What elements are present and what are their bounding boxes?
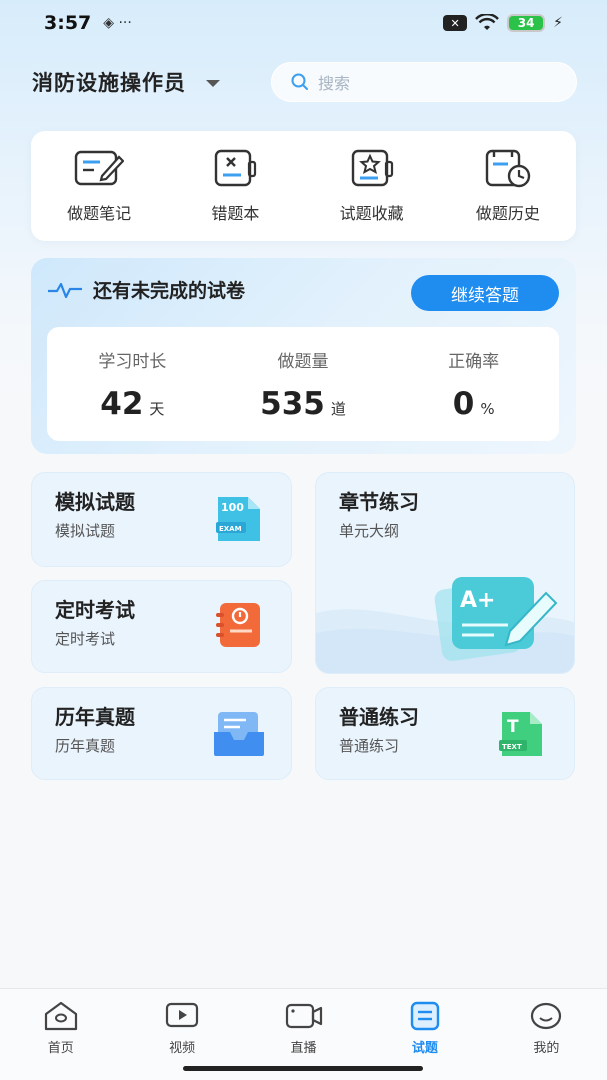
history-clock-icon — [485, 149, 531, 188]
star-collect-icon — [351, 149, 393, 187]
unfinished-paper-card: 还有未完成的试卷 继续答题 学习时长 42 天 做题量 535 道 正确率 0 … — [31, 258, 576, 454]
tile-title: 历年真题 — [55, 705, 135, 729]
stat-value: 42 — [100, 386, 144, 422]
exam-paper-icon: 100 EXAM — [216, 497, 260, 541]
quick-link-label: 错题本 — [211, 204, 260, 223]
timer-notebook-icon — [216, 603, 260, 647]
text-file-icon: T TEXT — [499, 712, 542, 756]
tab-label: 直播 — [290, 1041, 317, 1056]
quick-link-wrong-book[interactable]: 错题本 — [180, 148, 290, 224]
tab-label: 我的 — [533, 1041, 560, 1056]
tile-chapter-practice[interactable]: 章节练习 单元大纲 A+ — [315, 472, 575, 674]
sim-icon: ✕ — [443, 15, 468, 31]
charging-icon: ⚡ — [553, 15, 563, 31]
battery-icon: 34 — [507, 14, 546, 32]
svg-text:A+: A+ — [460, 588, 495, 613]
quick-link-label: 试题收藏 — [339, 204, 404, 223]
stat-unit: 天 — [149, 400, 165, 418]
tile-title: 定时考试 — [55, 598, 135, 622]
stat-value-row: 42 天 — [100, 386, 164, 422]
course-title: 消防设施操作员 — [32, 71, 186, 95]
tile-subtitle: 定时考试 — [55, 630, 116, 648]
svg-text:EXAM: EXAM — [219, 525, 242, 533]
wifi-icon — [475, 14, 500, 30]
tile-mock-exam[interactable]: 模拟试题 模拟试题 100 EXAM — [31, 472, 292, 567]
tile-title: 章节练习 — [339, 490, 419, 514]
stat-value-row: 535 道 — [260, 386, 346, 422]
stat-value: 0 — [452, 386, 475, 422]
tile-subtitle: 普通练习 — [339, 737, 400, 755]
note-edit-icon — [74, 150, 125, 186]
pulse-icon — [48, 282, 82, 298]
stat-unit: 道 — [330, 400, 346, 418]
tile-past-papers[interactable]: 历年真题 历年真题 — [31, 687, 292, 780]
quick-link-label: 做题笔记 — [67, 204, 132, 223]
svg-text:T: T — [507, 717, 519, 737]
inbox-tray-icon — [214, 712, 264, 756]
search-placeholder: 搜索 — [318, 74, 351, 93]
search-icon — [291, 73, 308, 90]
course-selector[interactable]: 消防设施操作员 — [32, 67, 220, 97]
quick-link-history[interactable]: 做题历史 — [453, 148, 563, 224]
svg-text:TEXT: TEXT — [502, 743, 522, 751]
home-icon — [44, 1001, 77, 1031]
tab-label: 视频 — [169, 1041, 196, 1056]
quick-links-card: 做题笔记 错题本 试题收藏 做题历史 — [31, 131, 576, 241]
tab-profile[interactable]: 我的 — [486, 989, 607, 1080]
stat-unit: % — [480, 400, 495, 418]
live-camera-icon — [285, 1003, 322, 1029]
tab-label: 试题 — [411, 1041, 438, 1056]
grade-a-plus-icon: A+ — [434, 577, 558, 661]
search-input[interactable]: 搜索 — [271, 62, 577, 102]
wrong-book-icon — [215, 149, 257, 187]
status-notification-icons: ◈ ··· — [103, 15, 132, 31]
svg-text:100: 100 — [221, 501, 244, 514]
home-indicator — [183, 1066, 423, 1071]
quick-link-favorites[interactable]: 试题收藏 — [317, 148, 427, 224]
tab-home[interactable]: 首页 — [0, 989, 121, 1080]
stat-value-row: 0 % — [453, 386, 495, 422]
unfinished-paper-title: 还有未完成的试卷 — [93, 280, 246, 302]
tab-label: 首页 — [47, 1041, 74, 1056]
stat-label: 正确率 — [448, 352, 500, 372]
stat-label: 做题量 — [277, 352, 329, 372]
chevron-down-icon — [206, 79, 220, 87]
tile-title: 模拟试题 — [55, 490, 135, 514]
quick-link-notes[interactable]: 做题笔记 — [44, 148, 154, 224]
unfinished-paper-header: 还有未完成的试卷 — [47, 276, 245, 303]
video-icon — [166, 1002, 199, 1028]
tile-timed-exam[interactable]: 定时考试 定时考试 — [31, 580, 292, 673]
tile-subtitle: 单元大纲 — [339, 522, 400, 540]
stat-label: 学习时长 — [98, 352, 167, 372]
status-right-group: ✕ 34 ⚡ — [443, 14, 563, 32]
stat-question-count: 做题量 535 道 — [218, 327, 389, 441]
quick-link-label: 做题历史 — [475, 204, 540, 223]
tile-subtitle: 历年真题 — [55, 737, 116, 755]
stat-accuracy: 正确率 0 % — [388, 327, 559, 441]
status-bar: 3:57 ◈ ··· ✕ 34 ⚡ — [0, 0, 607, 46]
stat-study-days: 学习时长 42 天 — [47, 327, 218, 441]
continue-answering-button[interactable]: 继续答题 — [411, 275, 559, 311]
study-stats: 学习时长 42 天 做题量 535 道 正确率 0 % — [47, 327, 559, 441]
profile-smile-icon — [531, 1002, 562, 1030]
tile-title: 普通练习 — [339, 705, 419, 729]
status-time: 3:57 — [44, 12, 92, 34]
tile-subtitle: 模拟试题 — [55, 522, 116, 540]
stat-value: 535 — [260, 386, 325, 422]
page-header: 消防设施操作员 搜索 — [32, 62, 577, 102]
tile-normal-practice[interactable]: 普通练习 普通练习 T TEXT — [315, 687, 575, 780]
exam-list-icon — [410, 1001, 440, 1031]
